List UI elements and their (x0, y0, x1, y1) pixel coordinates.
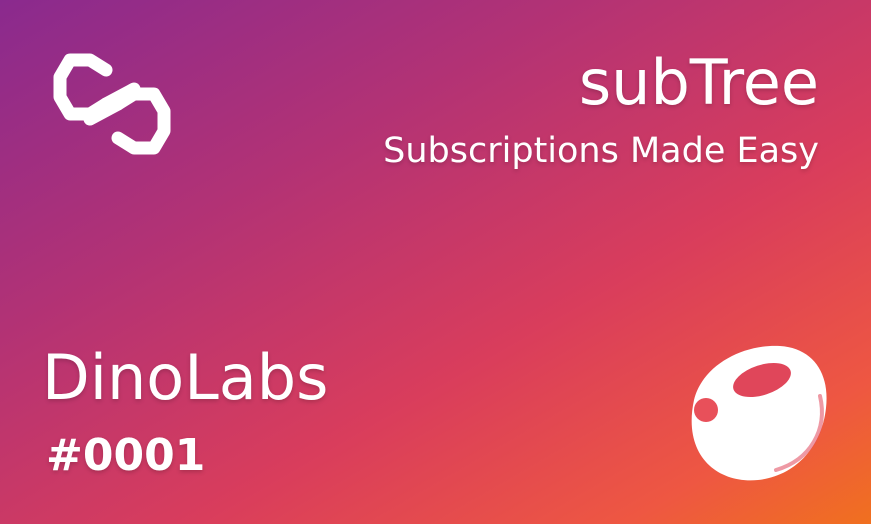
subscription-card: subTree Subscriptions Made Easy DinoLabs… (0, 0, 871, 524)
linked-hexagons-logo-icon (53, 53, 171, 155)
app-title: subTree (578, 46, 819, 119)
organization-name: DinoLabs (42, 341, 329, 414)
dino-egg-icon (691, 345, 827, 481)
card-serial-number: #0001 (46, 430, 206, 481)
app-tagline: Subscriptions Made Easy (383, 131, 819, 171)
